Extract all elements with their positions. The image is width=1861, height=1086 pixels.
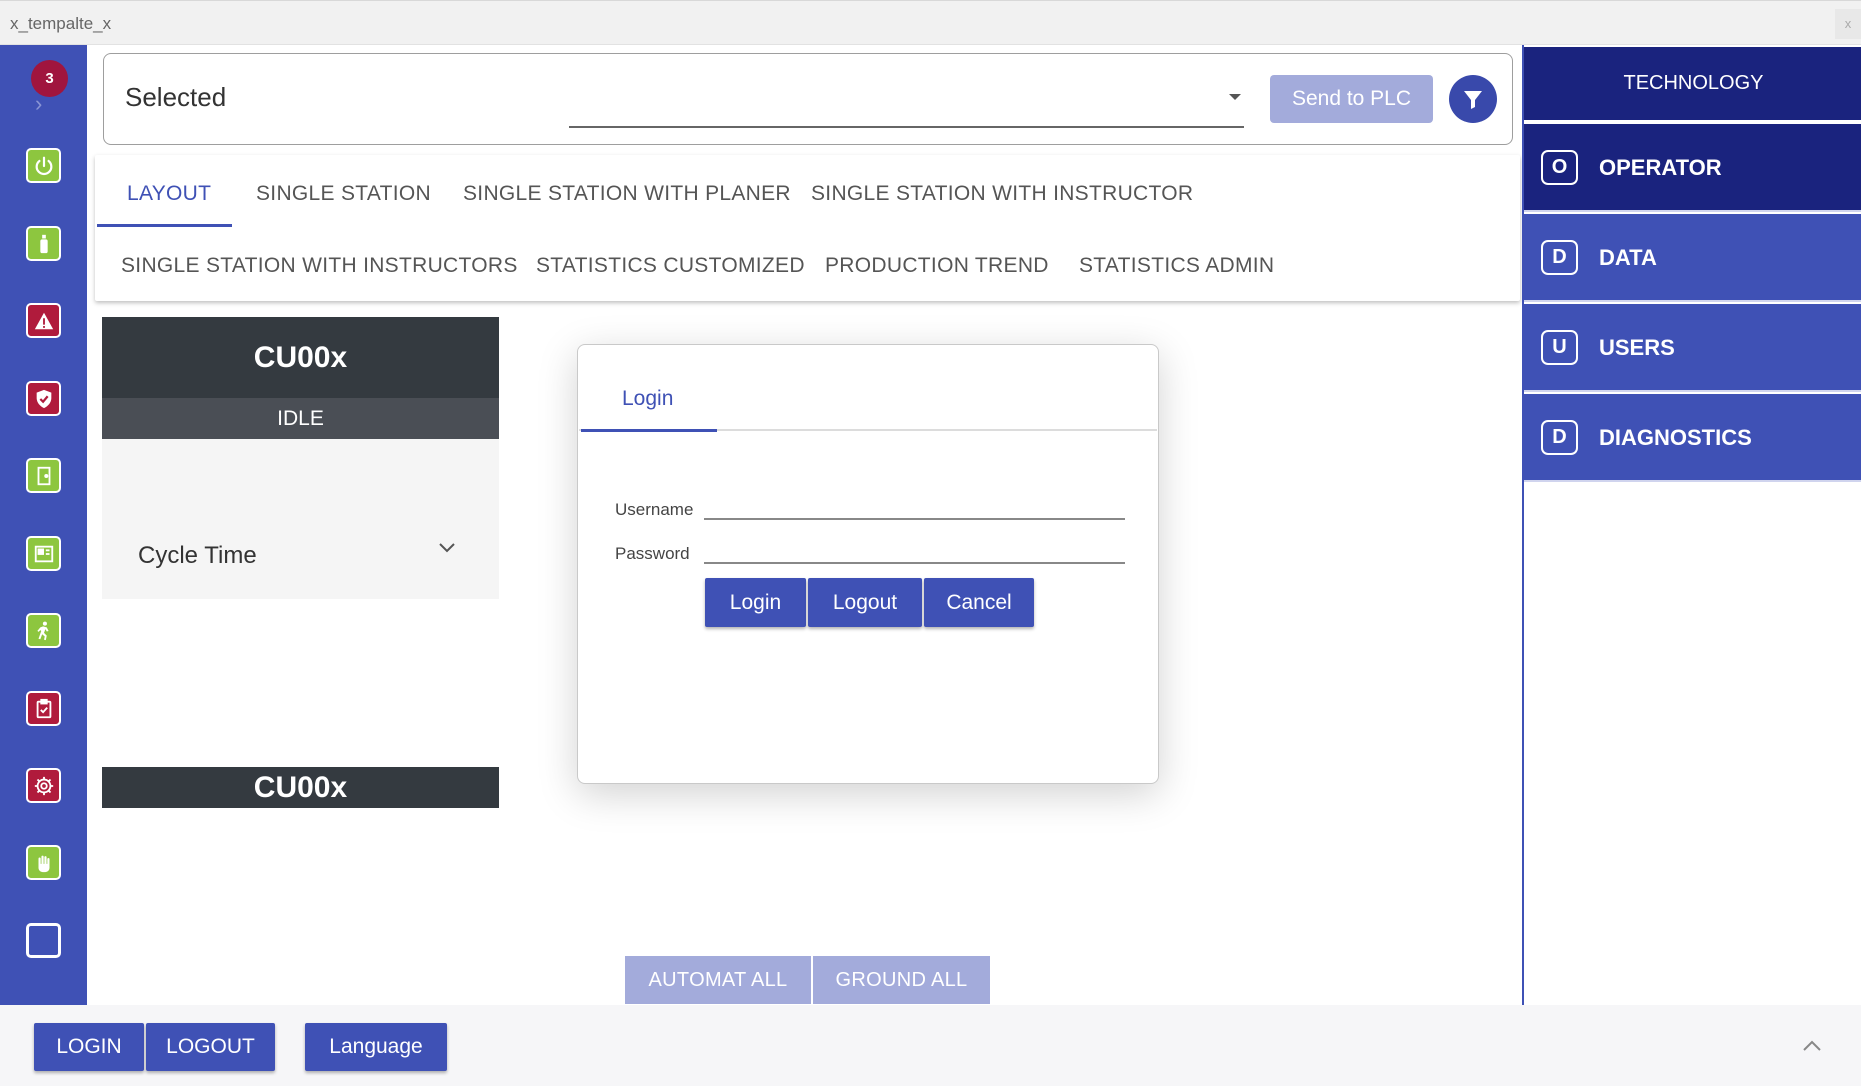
- cycle-time-label: Cycle Time: [138, 542, 257, 569]
- sidebar-machine-button[interactable]: [26, 536, 61, 571]
- hand-stop-icon: [38, 855, 49, 872]
- station-name[interactable]: CU00x: [102, 317, 499, 398]
- tab-single-station-with-planer[interactable]: SINGLE STATION WITH PLANER: [463, 182, 791, 206]
- sidebar-checklist-button[interactable]: [26, 691, 61, 726]
- bottle-icon: [39, 234, 48, 253]
- sidebar-hand-stop-button[interactable]: [26, 845, 61, 880]
- menu-item-diagnostics[interactable]: D DIAGNOSTICS: [1524, 394, 1861, 482]
- tab-single-station-with-instructors[interactable]: SINGLE STATION WITH INSTRUCTORS: [121, 254, 518, 278]
- menu-item-operator-label: OPERATOR: [1599, 155, 1722, 180]
- sidebar-bottle-button[interactable]: [26, 226, 61, 261]
- data-letter-icon: D: [1541, 240, 1578, 275]
- sidebar-settings-button[interactable]: [26, 768, 61, 803]
- menu-item-diagnostics-label: DIAGNOSTICS: [1599, 425, 1752, 450]
- view-tabs: LAYOUT SINGLE STATION SINGLE STATION WIT…: [95, 155, 1520, 301]
- sidebar-emergency-exit-button[interactable]: [26, 613, 61, 648]
- tab-statistics-customized[interactable]: STATISTICS CUSTOMIZED: [536, 254, 805, 278]
- window-titlebar: x_tempalte_x x: [0, 0, 1861, 45]
- menu-item-users-label: USERS: [1599, 335, 1675, 360]
- dialog-logout-button[interactable]: Logout: [808, 578, 922, 627]
- machine-icon: [34, 545, 53, 562]
- users-letter-icon: U: [1541, 330, 1578, 365]
- tab-single-station-with-instructor[interactable]: SINGLE STATION WITH INSTRUCTOR: [811, 182, 1193, 206]
- menu-item-users[interactable]: U USERS: [1524, 304, 1861, 392]
- sidebar-warning-button[interactable]: [26, 303, 61, 338]
- automat-all-button[interactable]: AUTOMAT ALL: [625, 956, 811, 1004]
- tab-statistics-admin[interactable]: STATISTICS ADMIN: [1079, 254, 1274, 278]
- sidebar-safety-button[interactable]: [26, 381, 61, 416]
- sidebar-power-button[interactable]: [26, 148, 61, 183]
- ground-all-button[interactable]: GROUND ALL: [813, 956, 990, 1004]
- tab-single-station[interactable]: SINGLE STATION: [256, 182, 431, 206]
- filter-button[interactable]: [1449, 75, 1497, 123]
- bottom-bar: LOGIN LOGOUT Language: [0, 1005, 1861, 1086]
- station-card: CU00x IDLE Cycle Time: [102, 317, 499, 599]
- dropdown-arrow-icon[interactable]: [1229, 94, 1241, 100]
- login-dialog: Login Username Password Login Logout Can…: [577, 344, 1159, 784]
- menu-item-data-label: DATA: [1599, 245, 1657, 270]
- active-tab-indicator: [97, 224, 232, 227]
- password-label: Password: [615, 544, 690, 563]
- technology-header[interactable]: TECHNOLOGY: [1524, 47, 1861, 120]
- window-close-button[interactable]: x: [1835, 9, 1861, 39]
- tab-layout[interactable]: LAYOUT: [127, 182, 211, 206]
- sidebar-empty-button[interactable]: [26, 923, 61, 958]
- warning-icon: [34, 312, 53, 329]
- emergency-exit-icon: [36, 621, 49, 640]
- station-state: IDLE: [102, 398, 499, 439]
- username-input[interactable]: [704, 490, 1125, 520]
- dialog-cancel-button[interactable]: Cancel: [924, 578, 1034, 627]
- dialog-login-button[interactable]: Login: [705, 578, 806, 627]
- selector-label: Selected: [125, 82, 227, 112]
- dialog-tab-indicator: [581, 429, 717, 432]
- send-to-plc-button[interactable]: Send to PLC: [1270, 75, 1433, 123]
- settings-gear-icon: [34, 776, 53, 795]
- dialog-tab-login[interactable]: Login: [622, 387, 673, 411]
- diagnostics-letter-icon: D: [1541, 420, 1578, 455]
- selector-panel: Selected Send to PLC: [103, 53, 1513, 145]
- shield-check-icon: [36, 389, 51, 408]
- operator-letter-icon: O: [1541, 150, 1578, 185]
- menu-item-data[interactable]: D DATA: [1524, 214, 1861, 302]
- window-title: x_tempalte_x: [10, 14, 112, 33]
- bottom-logout-button[interactable]: LOGOUT: [146, 1023, 275, 1071]
- door-icon: [37, 466, 50, 485]
- sidebar-expand-chevron-icon[interactable]: ›: [35, 91, 42, 117]
- selector-dropdown[interactable]: [569, 126, 1244, 128]
- menu-item-operator[interactable]: O OPERATOR: [1524, 124, 1861, 212]
- tab-production-trend[interactable]: PRODUCTION TREND: [825, 254, 1049, 278]
- clipboard-check-icon: [36, 698, 51, 718]
- bottom-login-button[interactable]: LOGIN: [34, 1023, 144, 1071]
- left-sidebar: 3 ›: [0, 45, 87, 1005]
- language-button[interactable]: Language: [305, 1023, 447, 1071]
- sidebar-door-button[interactable]: [26, 458, 61, 493]
- station-name-second[interactable]: CU00x: [102, 767, 499, 808]
- right-menu-panel: TECHNOLOGY O OPERATOR D DATA U USERS D D…: [1522, 45, 1861, 1005]
- filter-icon: [1464, 91, 1482, 109]
- chevron-up-icon[interactable]: [1801, 1035, 1823, 1057]
- power-icon: [35, 156, 52, 175]
- dialog-tabbar: Login: [579, 353, 1157, 432]
- password-input[interactable]: [704, 534, 1125, 564]
- username-label: Username: [615, 500, 694, 519]
- cycle-time-expander[interactable]: Cycle Time: [102, 439, 499, 599]
- chevron-down-icon[interactable]: [437, 537, 457, 557]
